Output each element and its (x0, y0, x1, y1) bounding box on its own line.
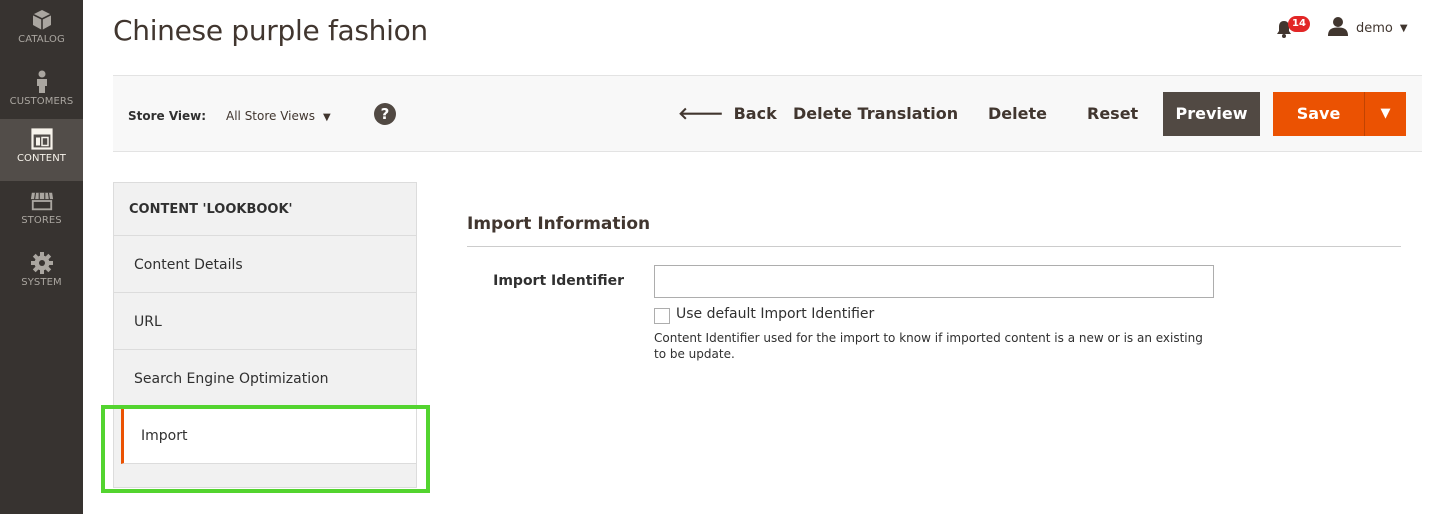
nav-label: STORES (21, 215, 62, 226)
back-label: Back (733, 104, 777, 123)
nav-item-customers[interactable]: CUSTOMERS (0, 62, 83, 124)
tab-import[interactable]: Import (121, 407, 416, 464)
user-menu[interactable]: demo ▼ (1328, 16, 1408, 40)
delete-translation-button[interactable]: Delete Translation (793, 104, 958, 123)
page-title: Chinese purple fashion (113, 14, 428, 47)
section-divider (467, 246, 1401, 247)
notifications-button[interactable]: 14 (1272, 16, 1310, 40)
page-actions-toolbar: Store View: All Store Views ▼ ? 🡐 Back Del… (113, 75, 1422, 152)
chevron-down-icon: ▼ (1399, 22, 1408, 34)
use-default-label[interactable]: Use default Import Identifier (676, 306, 874, 322)
nav-item-catalog[interactable]: CATALOG (0, 0, 83, 62)
storefront-icon (30, 189, 54, 213)
chevron-down-icon: ▼ (322, 112, 331, 123)
store-view-label: Store View: (128, 109, 207, 123)
chevron-down-icon: ▼ (1380, 106, 1391, 121)
import-identifier-label: Import Identifier (493, 273, 624, 289)
box-icon (30, 8, 54, 32)
tab-content-details[interactable]: Content Details (114, 236, 416, 293)
gear-icon (30, 251, 54, 275)
section-title: Import Information (467, 214, 651, 234)
admin-nav: CATALOG CUSTOMERS CONTENT STORES SYSTEM (0, 0, 83, 514)
store-view-switcher[interactable]: All Store Views ▼ (226, 109, 331, 123)
import-identifier-input[interactable] (654, 265, 1214, 298)
nav-item-content[interactable]: CONTENT (0, 119, 83, 181)
notification-count-badge: 14 (1288, 16, 1310, 32)
save-button[interactable]: Save (1273, 92, 1364, 136)
nav-item-stores[interactable]: STORES (0, 181, 83, 243)
tab-url[interactable]: URL (114, 293, 416, 350)
nav-item-system[interactable]: SYSTEM (0, 243, 83, 305)
tabs-title: CONTENT 'LOOKBOOK' (114, 183, 416, 236)
user-icon (1328, 16, 1348, 40)
tab-search-engine-optimization[interactable]: Search Engine Optimization (114, 350, 416, 407)
save-options-toggle[interactable]: ▼ (1364, 92, 1406, 136)
layout-icon (30, 127, 54, 151)
back-button[interactable]: 🡐 Back (678, 104, 777, 124)
arrow-left-icon: 🡐 (678, 104, 724, 124)
person-icon (30, 70, 54, 94)
nav-label: CUSTOMERS (9, 96, 74, 107)
content-tabs: CONTENT 'LOOKBOOK' Content Details URL S… (113, 182, 417, 488)
nav-label: CONTENT (16, 153, 67, 164)
field-note: Content Identifier used for the import t… (654, 331, 1203, 361)
store-view-value: All Store Views (226, 109, 315, 123)
preview-button[interactable]: Preview (1163, 92, 1260, 136)
nav-label: SYSTEM (21, 277, 62, 288)
reset-button[interactable]: Reset (1087, 104, 1138, 123)
user-name: demo (1356, 20, 1393, 36)
help-icon[interactable]: ? (374, 103, 396, 125)
use-default-checkbox[interactable] (654, 308, 670, 324)
delete-button[interactable]: Delete (988, 104, 1047, 123)
nav-label: CATALOG (18, 34, 65, 45)
